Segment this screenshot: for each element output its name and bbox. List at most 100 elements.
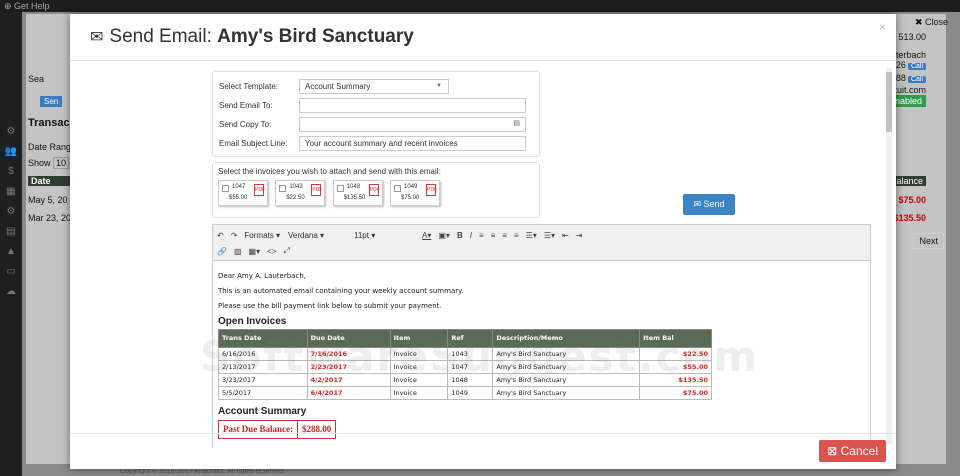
dollar-icon[interactable]: $ bbox=[0, 162, 22, 182]
search-label: Sea bbox=[28, 74, 45, 84]
align-center-icon[interactable]: ≡ bbox=[491, 231, 496, 240]
email-line-2: Please use the bill payment link below t… bbox=[218, 302, 442, 310]
send-copy-label: Send Copy To: bbox=[219, 120, 272, 129]
fullscreen-icon[interactable]: ⤢ bbox=[283, 246, 289, 256]
modal-scrollbar[interactable] bbox=[886, 68, 892, 444]
subject-input[interactable] bbox=[299, 136, 526, 151]
invoice-attachment[interactable]: 1049 $75.00 PDF bbox=[390, 180, 441, 206]
id-icon[interactable]: ▭ bbox=[0, 262, 22, 282]
date-column-header[interactable]: Date bbox=[28, 176, 70, 186]
send-email-modal: ✉ Send Email: Amy's Bird Sanctuary × Sele… bbox=[70, 14, 896, 469]
text-color-icon[interactable]: A▾ bbox=[422, 231, 431, 240]
align-justify-icon[interactable]: ≡ bbox=[514, 231, 519, 240]
account-summary-title: Account Summary bbox=[218, 406, 307, 417]
indent-icon[interactable]: ⇥ bbox=[576, 231, 583, 240]
bg-balance-1: $75.00 bbox=[898, 195, 926, 205]
undo-icon[interactable]: ↶ bbox=[217, 231, 224, 240]
template-label: Select Template: bbox=[219, 82, 278, 91]
top-bar: ⊕ Get Help bbox=[0, 0, 960, 12]
show-label: Show 10 bbox=[28, 157, 70, 169]
modal-header: ✉ Send Email: Amy's Bird Sanctuary bbox=[70, 14, 896, 61]
numbered-list-icon[interactable]: ☰▾ bbox=[544, 231, 555, 240]
link-icon[interactable]: 🔗 bbox=[217, 247, 227, 256]
chevron-down-icon: ▼ bbox=[436, 83, 442, 89]
invoice-checkbox[interactable] bbox=[279, 185, 287, 192]
table-row: 5/5/2017 6/4/2017 Invoice 1049 Amy's Bird Sa… bbox=[218, 386, 712, 400]
address-book-icon[interactable]: ▤ bbox=[513, 119, 520, 127]
copyright-footer: Copyright © 2016-2017 Anacrafts. All rig… bbox=[120, 468, 286, 475]
close-box-icon: ⊠ bbox=[827, 444, 841, 458]
bg-send-button[interactable]: Sen bbox=[40, 96, 63, 107]
invoice-amount: $55.00 bbox=[229, 195, 248, 201]
get-help-link[interactable]: Get Help bbox=[14, 1, 50, 11]
watermark: SoftwareSuggest.com bbox=[200, 332, 760, 381]
editor-toolbar: ↶ ↷ Formats ▾ Verdana ▾ 11pt ▾ A▾ ▣▾ B I… bbox=[213, 225, 870, 261]
send-to-input[interactable] bbox=[299, 98, 526, 113]
background-color-icon[interactable]: ▣▾ bbox=[438, 231, 450, 240]
bg-close-button[interactable]: ✖ Close bbox=[915, 17, 948, 28]
pdf-icon: PDF bbox=[426, 184, 437, 196]
call-button[interactable]: Call bbox=[907, 76, 926, 83]
formats-dropdown[interactable]: Formats ▾ bbox=[244, 231, 280, 240]
bullet-list-icon[interactable]: ☰▾ bbox=[526, 231, 537, 240]
redo-icon[interactable]: ↷ bbox=[231, 231, 238, 240]
modal-title-customer: Amy's Bird Sanctuary bbox=[217, 26, 414, 47]
show-count[interactable]: 10 bbox=[53, 157, 70, 169]
invoice-amount: $135.50 bbox=[343, 195, 366, 201]
users-icon[interactable]: 👥 bbox=[0, 142, 22, 162]
align-right-icon[interactable]: ≡ bbox=[502, 231, 507, 240]
modal-title-prefix: Send Email: bbox=[109, 26, 218, 47]
pdf-icon: PDF bbox=[311, 184, 322, 196]
transactions-heading: Transac bbox=[28, 117, 70, 129]
source-code-icon[interactable]: <> bbox=[267, 247, 276, 256]
invoice-checkbox[interactable] bbox=[336, 185, 344, 192]
gear-icon[interactable]: ⚙ bbox=[0, 122, 22, 142]
italic-icon[interactable]: I bbox=[470, 231, 472, 240]
call-button[interactable]: Call bbox=[907, 63, 926, 70]
settings-icon[interactable]: ⚙ bbox=[0, 202, 22, 222]
bg-balance-amount: 513.00 bbox=[898, 32, 926, 42]
bg-row-1: May 5, 20 bbox=[28, 195, 68, 205]
font-size-dropdown[interactable]: 11pt ▾ bbox=[354, 231, 414, 240]
invoice-checkbox[interactable] bbox=[222, 185, 229, 192]
send-copy-input[interactable]: ▤ bbox=[299, 117, 526, 132]
invoice-number: 1049 bbox=[404, 184, 418, 190]
chart-icon[interactable]: ▦ bbox=[0, 182, 22, 202]
invoice-attach-panel: Select the invoices you wish to attach a… bbox=[212, 162, 540, 218]
send-to-label: Send Email To: bbox=[219, 101, 273, 110]
email-line-1: This is an automated email containing yo… bbox=[218, 287, 464, 295]
invoice-attach-title: Select the invoices you wish to attach a… bbox=[218, 167, 441, 176]
envelope-icon: ✉ bbox=[90, 29, 104, 46]
template-select[interactable]: Account Summary ▼ bbox=[299, 79, 449, 94]
scrollbar-thumb[interactable] bbox=[886, 72, 892, 132]
outdent-icon[interactable]: ⇤ bbox=[562, 231, 569, 240]
cancel-label: Cancel bbox=[840, 444, 878, 458]
table-icon[interactable]: ▦▾ bbox=[249, 247, 261, 256]
cancel-button[interactable]: ⊠ Cancel bbox=[819, 440, 886, 462]
envelope-icon: ✉ bbox=[693, 199, 704, 209]
cloud-icon[interactable]: ☁ bbox=[0, 282, 22, 302]
invoice-checkbox[interactable] bbox=[394, 185, 402, 192]
template-value: Account Summary bbox=[305, 82, 371, 91]
sidebar: ⚙ 👥 $ ▦ ⚙ ▤ ▲ ▭ ☁ bbox=[0, 12, 22, 476]
subject-label: Email Subject Line: bbox=[219, 139, 288, 148]
doc-icon[interactable]: ▤ bbox=[0, 222, 22, 242]
font-family-dropdown[interactable]: Verdana ▾ bbox=[288, 231, 346, 240]
align-left-icon[interactable]: ≡ bbox=[479, 231, 484, 240]
bold-icon[interactable]: B bbox=[457, 231, 463, 240]
modal-close-button[interactable]: × bbox=[879, 20, 886, 34]
help-icon: ⊕ bbox=[4, 1, 15, 11]
image-icon[interactable]: ▨ bbox=[234, 247, 242, 256]
invoice-attachment[interactable]: 1048 $135.50 PDF bbox=[332, 180, 383, 206]
invoice-attachment[interactable]: 1047 $55.00 PDF bbox=[218, 180, 268, 206]
invoice-number: 1048 bbox=[346, 184, 361, 190]
balance-column-header[interactable]: alance bbox=[893, 176, 926, 186]
email-greeting: Dear Amy A. Lauterbach, bbox=[218, 272, 306, 280]
date-range-label: Date Rang bbox=[28, 142, 72, 152]
invoice-attachment[interactable]: 1043 $22.50 PDF bbox=[275, 180, 326, 206]
modal-footer: ⊠ Cancel bbox=[70, 433, 896, 469]
modal-body: Select Template: Account Summary ▼ Send E… bbox=[70, 62, 896, 448]
next-page-button[interactable]: Next bbox=[913, 233, 944, 249]
alert-icon[interactable]: ▲ bbox=[0, 242, 22, 262]
send-button[interactable]: ✉ Send bbox=[683, 194, 735, 215]
